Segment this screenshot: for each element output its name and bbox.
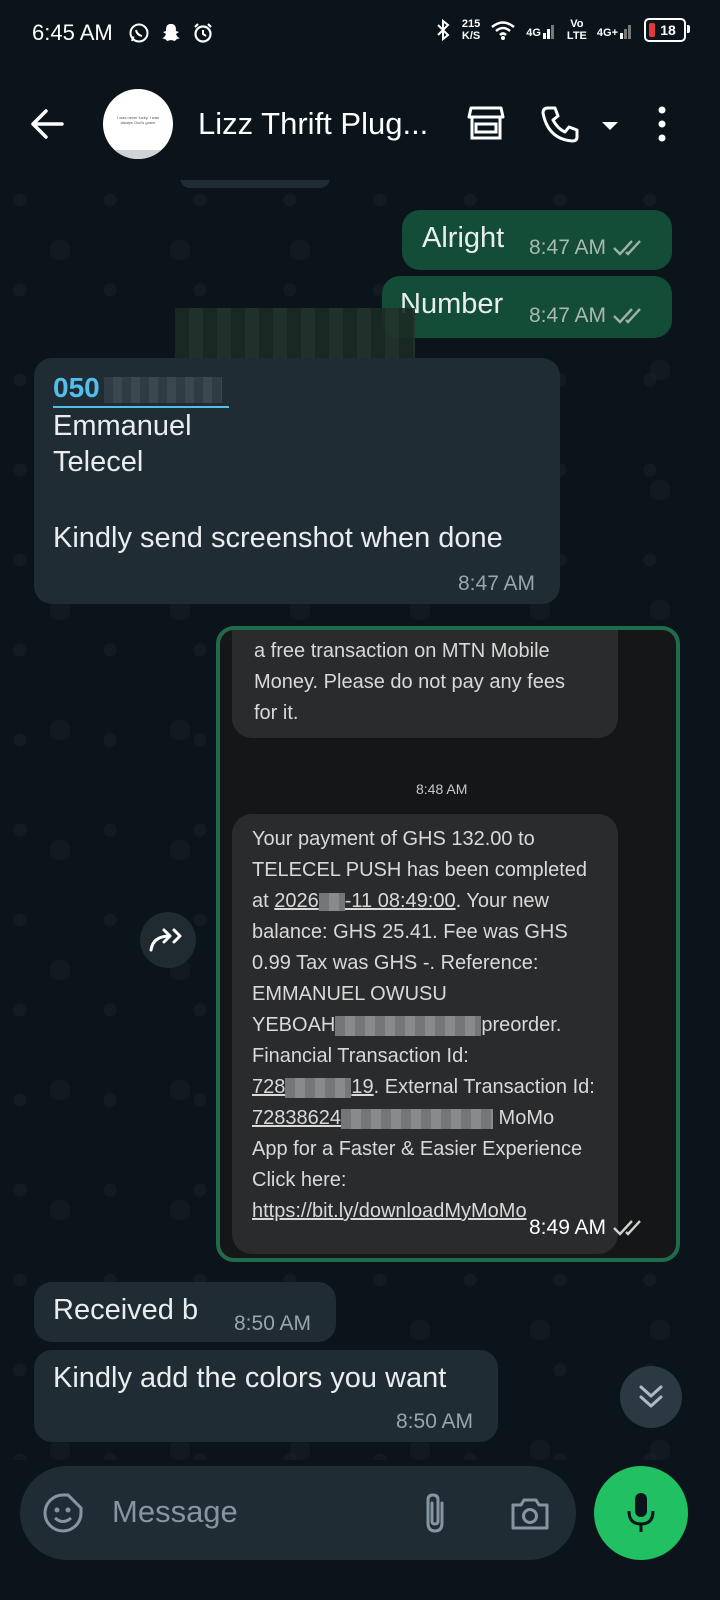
battery-indicator: 18 — [644, 18, 690, 42]
sms-line: a free transaction on MTN Mobile — [254, 640, 550, 662]
message-time: 8:47 AM — [529, 236, 646, 260]
sms-line: EMMANUEL OWUSU — [252, 983, 447, 1005]
chat-header: I was never lucky, I was always God's gr… — [0, 70, 720, 180]
net-speed: 215 K/S — [461, 18, 481, 42]
bluetooth-icon — [437, 18, 450, 42]
message-line: Telecel — [53, 446, 144, 478]
back-arrow-icon[interactable] — [28, 106, 66, 142]
message-time: 8:47 AM — [529, 304, 646, 328]
message-line: Emmanuel — [53, 410, 192, 442]
redacted-block — [175, 308, 415, 364]
message-text: Kindly add the colors you want — [53, 1362, 447, 1394]
sms-line: at 2026 -11 08:49:00. Your new — [252, 890, 550, 912]
sms-line: 72838624 MoMo — [252, 1107, 555, 1129]
network-4g-plus: 4G+ — [597, 21, 634, 39]
message-text: Received b — [53, 1294, 199, 1326]
network-4g: 4G — [526, 21, 557, 39]
message-time: 8:47 AM — [458, 572, 536, 595]
message-composer[interactable]: Message — [20, 1466, 576, 1560]
message-line: Kindly send screenshot when done — [53, 522, 503, 554]
chat-area[interactable]: Alright 8:47 AM Number 8:47 AM 050 Emman… — [0, 180, 720, 1460]
volte-label: Vo LTE — [566, 18, 587, 42]
message-text: Alright — [422, 222, 505, 254]
scroll-to-bottom-button[interactable] — [620, 1366, 682, 1428]
phone-icon[interactable] — [540, 104, 580, 144]
screenshot-sms-card: a free transaction on MTN Mobile Money. … — [232, 630, 618, 738]
camera-icon[interactable] — [509, 1496, 551, 1532]
outgoing-message[interactable]: Number 8:47 AM — [382, 276, 672, 338]
forward-button[interactable] — [140, 912, 196, 968]
sms-timestamp: 8:48 AM — [416, 781, 468, 797]
sms-line: 728 19. External Transaction Id: — [252, 1076, 595, 1098]
incoming-message[interactable]: Kindly add the colors you want 8:50 AM — [34, 1350, 498, 1442]
incoming-message[interactable]: 050 Emmanuel Telecel Kindly send screens… — [34, 358, 560, 604]
sms-line: YEBOAH preorder. — [252, 1014, 562, 1036]
wifi-icon — [491, 21, 516, 40]
status-time: 6:45 AM — [32, 20, 113, 45]
image-message[interactable]: a free transaction on MTN Mobile Money. … — [216, 626, 680, 1262]
phone-link[interactable]: 050 — [53, 372, 229, 408]
sms-line: App for a Faster & Easier Experience — [252, 1138, 583, 1160]
store-icon[interactable] — [466, 104, 506, 142]
attach-icon[interactable] — [420, 1491, 450, 1535]
avatar-caption: I was never lucky, I was always God's gr… — [117, 115, 159, 125]
sms-line: balance: GHS 25.41. Fee was GHS — [252, 921, 568, 943]
screenshot-sms-card: Your payment of GHS 132.00 to TELECEL PU… — [232, 814, 618, 1254]
status-left-icons — [128, 22, 214, 44]
emoji-sticker-icon[interactable] — [42, 1492, 84, 1534]
signal-icon — [542, 25, 554, 39]
message-time: 8:50 AM — [396, 1410, 474, 1433]
message-time: 8:50 AM — [234, 1312, 312, 1335]
contact-avatar[interactable]: I was never lucky, I was always God's gr… — [103, 89, 173, 159]
sms-line: Financial Transaction Id: — [252, 1045, 469, 1067]
voice-message-button[interactable] — [594, 1466, 688, 1560]
battery-level: 18 — [660, 22, 676, 38]
incoming-message[interactable]: Received b 8:50 AM — [34, 1282, 336, 1342]
sms-line: 0.99 Tax was GHS -. Reference: — [252, 952, 539, 974]
previous-message-tail[interactable] — [180, 180, 330, 188]
double-chevron-down-icon — [639, 1385, 663, 1408]
sms-line: TELECEL PUSH has been completed — [252, 859, 587, 881]
more-vert-icon[interactable] — [654, 104, 670, 144]
forward-icon — [149, 928, 182, 952]
signal-icon — [620, 25, 631, 39]
message-time: 8:49 AM — [529, 1216, 646, 1240]
whatsapp-icon — [129, 23, 149, 43]
snapchat-icon — [162, 24, 180, 41]
status-right-icons: 215 K/S 4G Vo LTE 4G+ 18 — [434, 18, 690, 42]
read-ticks-icon — [613, 1220, 641, 1237]
read-ticks-icon — [613, 308, 641, 325]
message-input[interactable]: Message — [112, 1494, 238, 1530]
outgoing-message[interactable]: Alright 8:47 AM — [402, 210, 672, 270]
sms-line: for it. — [254, 702, 299, 724]
contact-name[interactable]: Lizz Thrift Plug... — [198, 106, 428, 142]
dropdown-icon[interactable] — [600, 120, 620, 132]
sms-line: Your payment of GHS 132.00 to — [252, 828, 535, 850]
message-text: Number — [400, 288, 504, 320]
sms-line: Click here: — [252, 1169, 347, 1191]
status-bar: 6:45 AM 215 K/S 4G Vo LTE 4G+ 18 — [0, 0, 720, 70]
sms-line: Money. Please do not pay any fees — [254, 671, 565, 693]
alarm-icon — [194, 23, 212, 43]
read-ticks-icon — [613, 240, 641, 257]
mic-icon — [627, 1493, 655, 1532]
